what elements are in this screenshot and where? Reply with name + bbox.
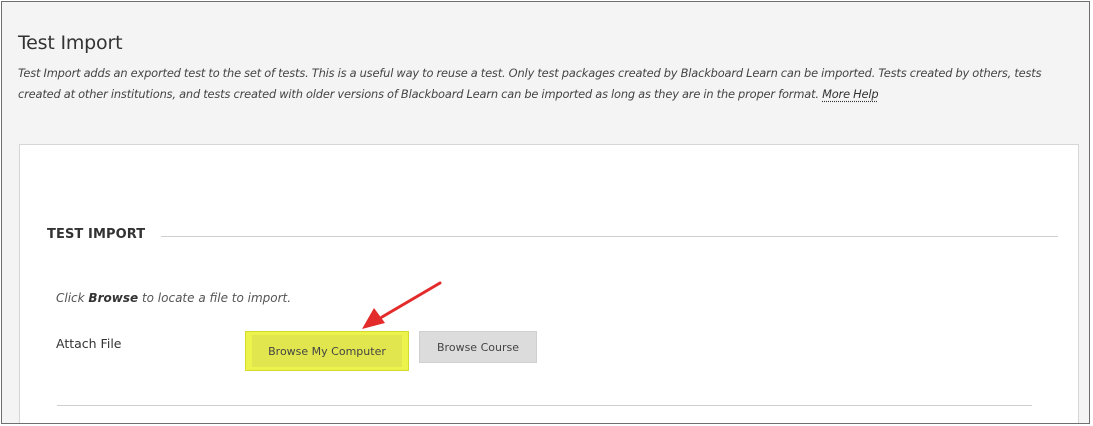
browse-my-computer-button[interactable]: Browse My Computer [252,335,402,367]
bottom-divider [57,405,1032,406]
instruction-prefix: Click [56,291,85,305]
page-title: Test Import [18,32,123,54]
page-description: Test Import adds an exported test to the… [18,63,1084,105]
section-divider [161,236,1058,237]
import-instruction: Click Browse to locate a file to import. [56,291,291,305]
attach-file-label: Attach File [56,336,122,351]
content-panel: TEST IMPORT Click Browse to locate a fil… [19,144,1079,423]
page-frame: Test Import Test Import adds an exported… [1,1,1090,424]
description-text: Test Import adds an exported test to the… [18,66,1042,101]
more-help-link[interactable]: More Help [822,87,879,101]
section-title: TEST IMPORT [47,227,146,242]
instruction-browse-keyword: Browse [88,291,139,305]
instruction-suffix: to locate a file to import. [141,291,292,305]
browse-course-button[interactable]: Browse Course [419,331,537,363]
